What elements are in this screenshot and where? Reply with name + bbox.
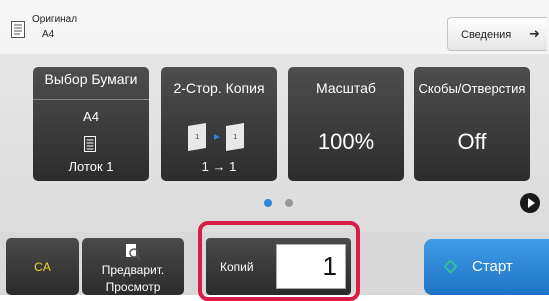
staple-value: Off — [457, 129, 487, 154]
copies-label: Копий — [220, 260, 254, 274]
page-dot-active[interactable] — [264, 199, 272, 207]
tile-title: 2-Стор. Копия — [173, 80, 265, 96]
original-label: Оригинал — [32, 14, 78, 25]
svg-text:1: 1 — [195, 133, 199, 141]
copy-panel: Оригинал A4 Сведения ➜ Выбор Бумаги A4 Л… — [0, 0, 549, 301]
original-document-icon — [11, 21, 25, 38]
next-page-button[interactable] — [520, 193, 540, 213]
duplex-copy-tile[interactable]: 2-Стор. Копия 1 1 1 → 1 — [161, 67, 277, 181]
info-button-label: Сведения — [461, 29, 512, 41]
duplex-mode-value: 1 → 1 — [201, 159, 237, 174]
zoom-value: 100% — [317, 129, 375, 154]
copies-input[interactable] — [276, 244, 346, 289]
duplex-icon: 1 1 — [188, 123, 244, 151]
tile-title: Масштаб — [316, 80, 376, 96]
start-button[interactable]: Старт — [424, 239, 549, 295]
paper-select-tile[interactable]: Выбор Бумаги A4 Лоток 1 — [33, 67, 149, 181]
staple-punch-tile[interactable]: Скобы/Отверстия Off — [414, 67, 530, 181]
tile-title: Скобы/Отверстия — [418, 81, 526, 96]
preview-button[interactable]: Предварит. Просмотр — [82, 238, 184, 295]
start-diamond-icon — [444, 260, 457, 273]
copies-control: Копий — [206, 238, 351, 295]
start-label: Старт — [472, 258, 513, 275]
tray-value: Лоток 1 — [68, 159, 114, 174]
info-button[interactable]: Сведения ➜ — [447, 17, 547, 51]
preview-label-line1: Предварит. — [101, 263, 165, 277]
clear-all-label: CA — [34, 260, 51, 274]
original-size: A4 — [42, 29, 55, 40]
tray-icon — [84, 136, 96, 152]
arrow-right-icon: ➜ — [529, 26, 540, 41]
page-indicator — [0, 199, 549, 209]
page-dot[interactable] — [285, 199, 293, 207]
paper-size-value: A4 — [83, 109, 99, 124]
clear-all-button[interactable]: CA — [6, 238, 79, 295]
tile-divider — [33, 99, 149, 100]
zoom-tile[interactable]: Масштаб 100% — [288, 67, 404, 181]
tile-title: Выбор Бумаги — [44, 71, 138, 87]
header-bar: Оригинал A4 Сведения ➜ — [0, 0, 549, 54]
preview-label-line2: Просмотр — [105, 280, 161, 294]
svg-text:1: 1 — [233, 133, 237, 141]
preview-icon — [126, 244, 141, 261]
